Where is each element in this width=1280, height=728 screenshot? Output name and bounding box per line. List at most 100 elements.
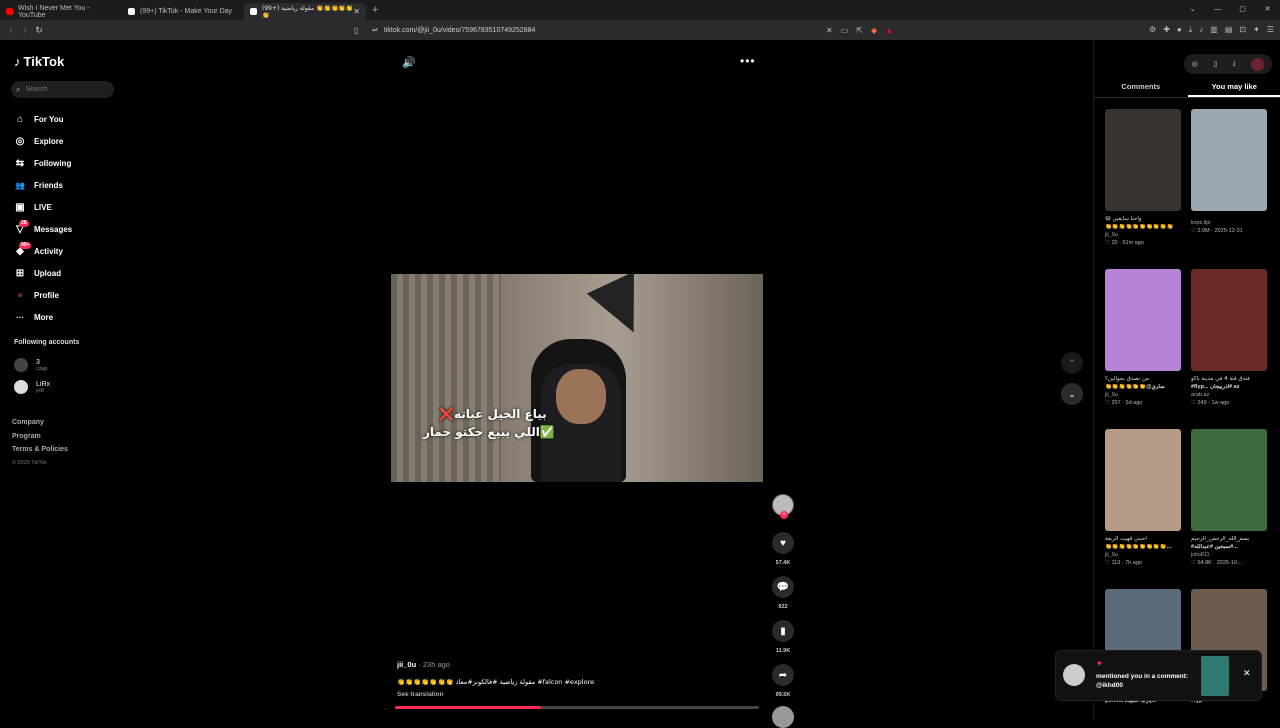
reload-icon[interactable]: ↻ bbox=[32, 25, 46, 36]
following-account[interactable]: LiRxyx8 bbox=[14, 380, 50, 394]
video-card[interactable]: فندق فئة 4 في مدينة باكو#flyp... اذربيجا… bbox=[1191, 269, 1267, 406]
nav-label: LIVE bbox=[34, 203, 52, 212]
site-info-icon[interactable]: ⇌ bbox=[372, 26, 378, 34]
nav-label: Activity bbox=[34, 247, 63, 256]
video-card[interactable]: احبني قهيت الربعة👏👏👏👏👏👏👏👏👏...jii_0u♡ 113… bbox=[1105, 429, 1181, 566]
download-icon[interactable]: ⤓ bbox=[1233, 60, 1236, 68]
puzzle-icon[interactable]: ✚ bbox=[1163, 25, 1170, 35]
nav-more[interactable]: ···More bbox=[14, 306, 72, 328]
right-tabs: Comments You may like bbox=[1094, 82, 1280, 98]
vpn-icon[interactable]: ⊡ bbox=[1239, 25, 1246, 35]
search-box[interactable]: ⌕ bbox=[11, 81, 114, 98]
restore-icon[interactable]: ▢ bbox=[1230, 0, 1255, 20]
share-arrow-icon: ➦ bbox=[779, 670, 787, 681]
footer-terms-link[interactable]: Terms & Policies bbox=[12, 443, 68, 457]
mention-notification[interactable]: ♥ mentioned you in a comment: @ikhd00 ✕ bbox=[1055, 650, 1262, 701]
music-icon[interactable]: ♪ bbox=[1199, 25, 1203, 35]
tab-title: (99+) TikTok - Make Your Day bbox=[140, 8, 232, 15]
following-account[interactable]: 3c3ajs bbox=[14, 358, 48, 372]
author-name[interactable]: jii_0u bbox=[397, 660, 416, 669]
card-stats: ♡ 64.8K · 2025-10-... bbox=[1191, 560, 1267, 566]
comment-button[interactable]: 💬 bbox=[772, 576, 794, 598]
card-author[interactable]: jii_0u bbox=[1105, 392, 1181, 398]
sidebar-toggle-icon[interactable]: ▥ bbox=[1210, 25, 1218, 35]
shield-icon[interactable]: ◆ bbox=[871, 26, 877, 35]
tab-you-may-like[interactable]: You may like bbox=[1188, 82, 1280, 97]
tab-close-icon[interactable]: ✕ bbox=[353, 7, 360, 16]
card-author[interactable]: jii_0u bbox=[1105, 232, 1181, 238]
nav-live[interactable]: ▣LIVE bbox=[14, 196, 72, 218]
feed-nav: ⌃ ⌄ bbox=[1061, 352, 1083, 405]
forward-icon[interactable]: › bbox=[18, 25, 32, 35]
nav-label: More bbox=[34, 313, 53, 322]
nav-explore[interactable]: ◎Explore bbox=[14, 130, 72, 152]
back-icon[interactable]: ‹ bbox=[4, 25, 18, 35]
nav-following[interactable]: ⇆Following bbox=[14, 152, 72, 174]
card-author[interactable]: arab.az bbox=[1191, 392, 1267, 398]
follow-plus-icon[interactable]: + bbox=[780, 511, 788, 519]
tab-title: (99+) مقولة رياضية 👏👏👏👏👏👏 bbox=[262, 5, 360, 19]
tab-comments[interactable]: Comments bbox=[1094, 82, 1188, 97]
author-avatar[interactable]: + bbox=[772, 494, 794, 516]
menu-icon[interactable]: ☰ bbox=[1267, 25, 1274, 35]
nav-profile[interactable]: ●Profile bbox=[14, 284, 72, 306]
share-icon[interactable]: ⇱ bbox=[856, 26, 863, 35]
card-author[interactable]: liops.lipi bbox=[1191, 220, 1267, 226]
right-panel: ◎ ▯ ⤓ Comments You may like واحنا سايقين… bbox=[1093, 40, 1280, 720]
extensions-icon[interactable]: ⚙ bbox=[1149, 25, 1156, 35]
profile-icon[interactable]: ● bbox=[1177, 25, 1182, 35]
bookmark-icon[interactable]: ▯ bbox=[354, 26, 358, 35]
next-video-button[interactable]: ⌄ bbox=[1061, 383, 1083, 405]
user-avatar[interactable] bbox=[1251, 58, 1264, 71]
card-author[interactable]: jii_0u bbox=[1105, 552, 1181, 558]
download-icon[interactable]: ⤓ bbox=[1189, 25, 1193, 35]
nav-friends[interactable]: 👥Friends bbox=[14, 174, 72, 196]
rewards-icon[interactable]: ▲ bbox=[885, 26, 893, 35]
footer-links: Company Program Terms & Policies © 2026 … bbox=[12, 416, 68, 470]
nav-upload[interactable]: ⊞Upload bbox=[14, 262, 72, 284]
see-translation-link[interactable]: See translation bbox=[397, 691, 594, 698]
close-window-icon[interactable]: ✕ bbox=[1255, 0, 1280, 20]
browser-tab-active[interactable]: (99+) مقولة رياضية 👏👏👏👏👏👏 ✕ bbox=[244, 3, 366, 20]
nav-activity[interactable]: ◆99+Activity bbox=[14, 240, 72, 262]
card-author[interactable]: jolio811 bbox=[1191, 552, 1267, 558]
music-disc-icon[interactable] bbox=[772, 706, 794, 728]
youtube-favicon-icon bbox=[6, 8, 13, 15]
notification-text: mentioned you in a comment: @ikhd00 bbox=[1096, 672, 1196, 690]
tiktok-logo[interactable]: ♪ TikTok bbox=[14, 54, 64, 69]
nav-messages[interactable]: ▽28Messages bbox=[14, 218, 72, 240]
footer-program-link[interactable]: Program bbox=[12, 430, 68, 444]
video-card[interactable]: بسم_الله_الرحمن_الرحيم#سبحين #عبدالله#..… bbox=[1191, 429, 1267, 566]
nav-for-you[interactable]: ⌂For You bbox=[14, 108, 72, 130]
url-field[interactable]: ⇌ tiktok.com/@jii_0u/video/7596783510749… bbox=[372, 26, 535, 34]
previous-video-button[interactable]: ⌃ bbox=[1061, 352, 1083, 374]
footer-company-link[interactable]: Company bbox=[12, 416, 68, 430]
browser-tab-tiktok[interactable]: (99+) TikTok - Make Your Day bbox=[122, 3, 244, 20]
video-frame[interactable]: بياع الخيل عباته❌ ✅اللي يبيع جكتو حمار bbox=[391, 274, 763, 482]
like-button[interactable]: ♥ bbox=[772, 532, 794, 554]
compass-icon[interactable]: ◎ bbox=[1192, 60, 1198, 68]
share-count: 99.5K bbox=[776, 692, 791, 698]
volume-icon[interactable]: 🔊 bbox=[402, 56, 416, 69]
translate-icon[interactable]: ✕ bbox=[826, 26, 833, 35]
card-stats: ♡ 2.9M · 2025-12-31 bbox=[1191, 228, 1267, 234]
close-icon[interactable]: ✕ bbox=[1243, 668, 1251, 679]
video-card[interactable]: واحنا سايقين 😄👏👏👏👏👏👏👏👏👏👏jii_0u♡ 20 · 51m… bbox=[1105, 109, 1181, 246]
video-author[interactable]: jii_0u · 23h ago bbox=[397, 660, 594, 669]
phone-icon[interactable]: ▯ bbox=[1213, 60, 1217, 68]
new-tab-button[interactable]: + bbox=[372, 4, 378, 16]
more-options-icon[interactable]: ••• bbox=[740, 54, 756, 68]
minimize-icon[interactable]: — bbox=[1205, 0, 1230, 20]
browser-tab-youtube[interactable]: Wish I Never Met You - YouTube bbox=[0, 3, 122, 20]
leo-icon[interactable]: ✦ bbox=[1253, 25, 1260, 35]
share-button[interactable]: ➦ bbox=[772, 664, 794, 686]
url-text: tiktok.com/@jii_0u/video/759678351074925… bbox=[384, 27, 536, 34]
video-card[interactable]: liops.lipi ♡ 2.9M · 2025-12-31 bbox=[1191, 109, 1267, 234]
video-progress-bar[interactable] bbox=[395, 706, 759, 709]
cast-icon[interactable]: ▭ bbox=[841, 26, 849, 35]
video-card[interactable]: من تصدق بجوالين؟👏👏👏👏👏👏@ساريjii_0u♡ 207 ·… bbox=[1105, 269, 1181, 406]
wallet-icon[interactable]: ▤ bbox=[1225, 25, 1233, 35]
search-input[interactable] bbox=[25, 86, 105, 93]
save-button[interactable]: ▮ bbox=[772, 620, 794, 642]
tab-search-icon[interactable]: ⌄ bbox=[1180, 0, 1205, 20]
